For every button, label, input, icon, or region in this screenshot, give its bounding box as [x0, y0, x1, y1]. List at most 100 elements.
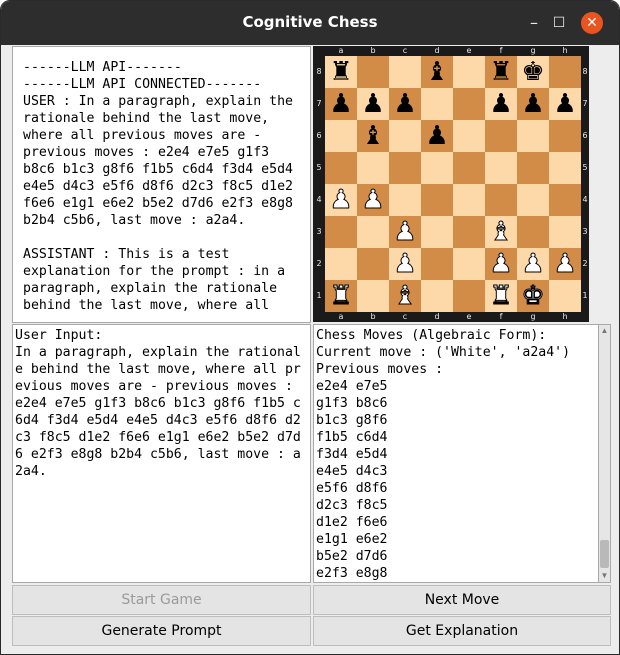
square-d5[interactable]	[421, 152, 453, 184]
square-d8[interactable]: ♝	[421, 56, 453, 88]
square-b5[interactable]	[357, 152, 389, 184]
square-g7[interactable]: ♟	[517, 88, 549, 120]
square-h6[interactable]	[549, 120, 581, 152]
square-a8[interactable]: ♜	[325, 56, 357, 88]
white-pawn-icon[interactable]: ♟	[489, 248, 513, 280]
black-bishop-icon[interactable]: ♝	[361, 120, 384, 152]
black-pawn-icon[interactable]: ♟	[361, 88, 384, 120]
black-rook-icon[interactable]: ♜	[489, 56, 512, 88]
square-g1[interactable]: ♚	[517, 280, 549, 312]
square-f7[interactable]: ♟	[485, 88, 517, 120]
square-f1[interactable]: ♜	[485, 280, 517, 312]
white-pawn-icon[interactable]: ♟	[553, 248, 577, 280]
black-king-icon[interactable]: ♚	[521, 56, 544, 88]
scrollbar-thumb[interactable]	[600, 540, 609, 568]
square-h7[interactable]: ♟	[549, 88, 581, 120]
square-c4[interactable]	[389, 184, 421, 216]
white-king-icon[interactable]: ♚	[521, 280, 545, 312]
square-b1[interactable]	[357, 280, 389, 312]
square-h3[interactable]	[549, 216, 581, 248]
title-bar[interactable]: Cognitive Chess – ☐ ✕	[1, 1, 619, 45]
square-c7[interactable]: ♟	[389, 88, 421, 120]
scroll-down-icon[interactable]: ▼	[599, 570, 610, 582]
square-e3[interactable]	[453, 216, 485, 248]
square-c8[interactable]	[389, 56, 421, 88]
square-a4[interactable]: ♟	[325, 184, 357, 216]
black-pawn-icon[interactable]: ♟	[521, 88, 544, 120]
square-c1[interactable]: ♝	[389, 280, 421, 312]
square-f5[interactable]	[485, 152, 517, 184]
square-b3[interactable]	[357, 216, 389, 248]
square-f3[interactable]: ♝	[485, 216, 517, 248]
square-e6[interactable]	[453, 120, 485, 152]
square-b7[interactable]: ♟	[357, 88, 389, 120]
square-a5[interactable]	[325, 152, 357, 184]
get-explanation-button[interactable]: Get Explanation	[313, 616, 611, 646]
square-g6[interactable]	[517, 120, 549, 152]
square-b4[interactable]: ♟	[357, 184, 389, 216]
square-c2[interactable]: ♟	[389, 248, 421, 280]
square-h8[interactable]	[549, 56, 581, 88]
white-pawn-icon[interactable]: ♟	[393, 216, 417, 248]
white-pawn-icon[interactable]: ♟	[393, 248, 417, 280]
square-a7[interactable]: ♟	[325, 88, 357, 120]
white-pawn-icon[interactable]: ♟	[329, 184, 353, 216]
square-g3[interactable]	[517, 216, 549, 248]
square-d3[interactable]	[421, 216, 453, 248]
square-d7[interactable]	[421, 88, 453, 120]
square-g8[interactable]: ♚	[517, 56, 549, 88]
generate-prompt-button[interactable]: Generate Prompt	[12, 616, 311, 646]
llm-response-panel[interactable]: ------LLM API------- ------LLM API CONNE…	[12, 46, 311, 323]
black-pawn-icon[interactable]: ♟	[393, 88, 416, 120]
square-g5[interactable]	[517, 152, 549, 184]
minimize-icon[interactable]: –	[522, 11, 546, 35]
chess-moves-panel[interactable]: Chess Moves (Algebraic Form): Current mo…	[313, 324, 598, 583]
square-e8[interactable]	[453, 56, 485, 88]
square-e2[interactable]	[453, 248, 485, 280]
square-c5[interactable]	[389, 152, 421, 184]
square-f4[interactable]	[485, 184, 517, 216]
square-d6[interactable]: ♟	[421, 120, 453, 152]
black-pawn-icon[interactable]: ♟	[425, 120, 448, 152]
square-g2[interactable]: ♟	[517, 248, 549, 280]
white-bishop-icon[interactable]: ♝	[489, 216, 513, 248]
square-d1[interactable]	[421, 280, 453, 312]
moves-scrollbar[interactable]: ▲ ▼	[598, 324, 611, 583]
scroll-up-icon[interactable]: ▲	[599, 325, 610, 337]
square-c3[interactable]: ♟	[389, 216, 421, 248]
square-f2[interactable]: ♟	[485, 248, 517, 280]
square-b8[interactable]	[357, 56, 389, 88]
square-d2[interactable]	[421, 248, 453, 280]
square-f6[interactable]	[485, 120, 517, 152]
white-rook-icon[interactable]: ♜	[329, 280, 353, 312]
black-rook-icon[interactable]: ♜	[329, 56, 352, 88]
white-bishop-icon[interactable]: ♝	[393, 280, 417, 312]
square-a3[interactable]	[325, 216, 357, 248]
close-icon[interactable]: ✕	[581, 12, 603, 34]
black-bishop-icon[interactable]: ♝	[425, 56, 448, 88]
white-rook-icon[interactable]: ♜	[489, 280, 513, 312]
next-move-button[interactable]: Next Move	[313, 585, 611, 615]
square-a6[interactable]	[325, 120, 357, 152]
square-c6[interactable]	[389, 120, 421, 152]
black-pawn-icon[interactable]: ♟	[489, 88, 512, 120]
square-g4[interactable]	[517, 184, 549, 216]
square-e5[interactable]	[453, 152, 485, 184]
square-d4[interactable]	[421, 184, 453, 216]
square-e4[interactable]	[453, 184, 485, 216]
maximize-icon[interactable]: ☐	[547, 11, 571, 35]
black-pawn-icon[interactable]: ♟	[553, 88, 576, 120]
black-pawn-icon[interactable]: ♟	[329, 88, 352, 120]
square-h2[interactable]: ♟	[549, 248, 581, 280]
square-b2[interactable]	[357, 248, 389, 280]
square-e7[interactable]	[453, 88, 485, 120]
white-pawn-icon[interactable]: ♟	[361, 184, 385, 216]
square-e1[interactable]	[453, 280, 485, 312]
square-h4[interactable]	[549, 184, 581, 216]
square-h1[interactable]	[549, 280, 581, 312]
square-f8[interactable]: ♜	[485, 56, 517, 88]
white-pawn-icon[interactable]: ♟	[521, 248, 545, 280]
square-h5[interactable]	[549, 152, 581, 184]
user-input-box[interactable]: User Input: In a paragraph, explain the …	[12, 324, 311, 583]
square-b6[interactable]: ♝	[357, 120, 389, 152]
